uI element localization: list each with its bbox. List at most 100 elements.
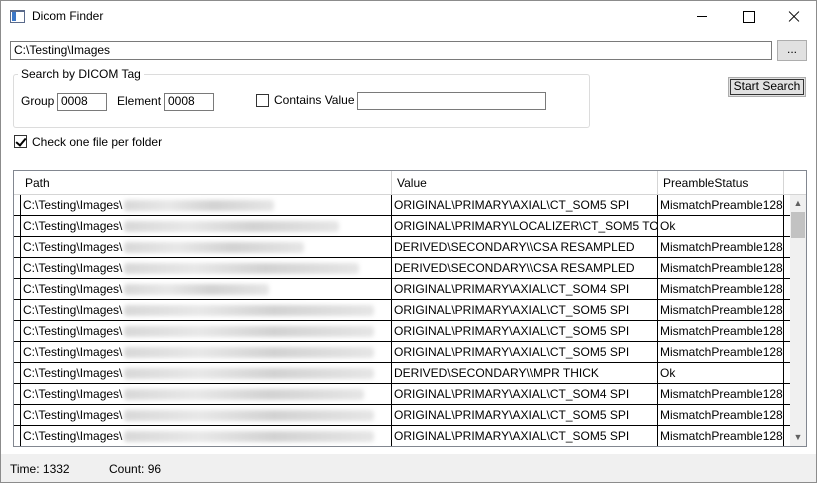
table-row[interactable]: C:\Testing\Images\ ORIGINAL\PRIMARY\AXIAL… [14, 342, 790, 363]
redacted-filename [124, 389, 365, 401]
scroll-up-icon[interactable]: ▲ [790, 195, 806, 212]
cell-value[interactable]: DERIVED\SECONDARY\\MPR THICK [392, 363, 658, 383]
one-file-per-folder-label: Check one file per folder [32, 135, 163, 149]
element-label: Element [117, 94, 162, 108]
cell-preamble-status[interactable]: MismatchPreamble128 [658, 426, 784, 446]
one-file-per-folder-checkbox[interactable] [14, 135, 27, 148]
table-row[interactable]: C:\Testing\Images\ DERIVED\SECONDARY\\CSA… [14, 237, 790, 258]
cell-path[interactable]: C:\Testing\Images\ [20, 321, 392, 341]
table-row[interactable]: C:\Testing\Images\ DERIVED\SECONDARY\\CSA… [14, 258, 790, 279]
cell-path[interactable]: C:\Testing\Images\ [20, 384, 392, 404]
cell-preamble-status[interactable]: MismatchPreamble128 [658, 258, 784, 278]
dicom-finder-window: Dicom Finder C:\Testing\Images ... Searc… [0, 0, 817, 483]
redacted-filename [124, 347, 375, 359]
cell-path[interactable]: C:\Testing\Images\ [20, 195, 392, 215]
cell-preamble-status[interactable]: MismatchPreamble128 [658, 195, 784, 215]
cell-path[interactable]: C:\Testing\Images\ [20, 237, 392, 257]
cell-path-text: C:\Testing\Images\ [23, 240, 123, 254]
contains-value-checkbox[interactable] [256, 94, 269, 107]
cell-value[interactable]: ORIGINAL\PRIMARY\AXIAL\CT_SOM5 SPI [392, 321, 658, 341]
redacted-filename [124, 305, 375, 317]
contains-value-label: Contains Value [274, 93, 355, 107]
cell-preamble-status[interactable]: Ok [658, 363, 784, 383]
close-button[interactable] [771, 1, 816, 32]
grid-header: Path Value PreambleStatus [14, 171, 806, 195]
cell-preamble-status[interactable]: Ok [658, 216, 784, 236]
contains-value-input[interactable] [357, 92, 546, 110]
search-groupbox-legend: Search by DICOM Tag [18, 67, 144, 81]
cell-preamble-status[interactable]: MismatchPreamble128 [658, 237, 784, 257]
table-row[interactable]: C:\Testing\Images\ ORIGINAL\PRIMARY\AXIAL… [14, 279, 790, 300]
vertical-scrollbar[interactable]: ▲ ▼ [790, 195, 806, 446]
cell-preamble-status[interactable]: MismatchPreamble128 [658, 300, 784, 320]
table-row[interactable]: C:\Testing\Images\ ORIGINAL\PRIMARY\AXIAL… [14, 384, 790, 405]
cell-value[interactable]: ORIGINAL\PRIMARY\AXIAL\CT_SOM5 SPI [392, 300, 658, 320]
redacted-filename [124, 431, 375, 443]
redacted-filename [124, 368, 375, 380]
cell-value[interactable]: ORIGINAL\PRIMARY\AXIAL\CT_SOM5 SPI [392, 405, 658, 425]
redacted-filename [124, 326, 375, 338]
cell-path-text: C:\Testing\Images\ [23, 387, 123, 401]
cell-preamble-status[interactable]: MismatchPreamble128 [658, 321, 784, 341]
cell-value[interactable]: ORIGINAL\PRIMARY\AXIAL\CT_SOM4 SPI [392, 384, 658, 404]
maximize-button[interactable] [725, 1, 771, 32]
cell-path[interactable]: C:\Testing\Images\ [20, 258, 392, 278]
scroll-down-icon[interactable]: ▼ [790, 429, 806, 446]
scroll-thumb[interactable] [791, 212, 805, 238]
cell-path[interactable]: C:\Testing\Images\ [20, 300, 392, 320]
time-status: Time: 1332 [10, 462, 70, 476]
table-row[interactable]: C:\Testing\Images\ ORIGINAL\PRIMARY\LOCAL… [14, 216, 790, 237]
cell-preamble-status[interactable]: MismatchPreamble128 [658, 342, 784, 362]
redacted-filename [124, 263, 360, 275]
app-icon [10, 10, 25, 23]
table-row[interactable]: C:\Testing\Images\ ORIGINAL\PRIMARY\AXIAL… [14, 426, 790, 446]
cell-path-text: C:\Testing\Images\ [23, 429, 123, 443]
table-row[interactable]: C:\Testing\Images\ ORIGINAL\PRIMARY\AXIAL… [14, 405, 790, 426]
cell-value[interactable]: DERIVED\SECONDARY\\CSA RESAMPLED [392, 237, 658, 257]
column-header-path[interactable]: Path [20, 171, 392, 195]
title-bar[interactable]: Dicom Finder [1, 1, 816, 32]
group-input[interactable]: 0008 [57, 93, 107, 111]
table-row[interactable]: C:\Testing\Images\ ORIGINAL\PRIMARY\AXIAL… [14, 195, 790, 216]
cell-path-text: C:\Testing\Images\ [23, 366, 123, 380]
redacted-filename [124, 242, 305, 254]
minimize-button[interactable] [679, 1, 725, 32]
cell-path-text: C:\Testing\Images\ [23, 324, 123, 338]
cell-preamble-status[interactable]: MismatchPreamble128 [658, 405, 784, 425]
cell-path[interactable]: C:\Testing\Images\ [20, 426, 392, 446]
redacted-filename [124, 284, 270, 296]
cell-value[interactable]: ORIGINAL\PRIMARY\AXIAL\CT_SOM5 SPI [392, 195, 658, 215]
cell-path[interactable]: C:\Testing\Images\ [20, 216, 392, 236]
group-label: Group [21, 94, 55, 108]
folder-path-input[interactable]: C:\Testing\Images [10, 41, 772, 60]
cell-path-text: C:\Testing\Images\ [23, 408, 123, 422]
cell-value[interactable]: DERIVED\SECONDARY\\CSA RESAMPLED [392, 258, 658, 278]
cell-preamble-status[interactable]: MismatchPreamble128 [658, 279, 784, 299]
cell-preamble-status[interactable]: MismatchPreamble128 [658, 384, 784, 404]
start-search-button[interactable]: Start Search [728, 77, 806, 97]
browse-button[interactable]: ... [777, 40, 807, 61]
column-header-preamble-status[interactable]: PreambleStatus [658, 171, 784, 195]
cell-path-text: C:\Testing\Images\ [23, 345, 123, 359]
cell-path[interactable]: C:\Testing\Images\ [20, 279, 392, 299]
window-title: Dicom Finder [32, 9, 104, 23]
cell-path-text: C:\Testing\Images\ [23, 282, 123, 296]
element-input[interactable]: 0008 [164, 93, 214, 111]
cell-path[interactable]: C:\Testing\Images\ [20, 363, 392, 383]
cell-path[interactable]: C:\Testing\Images\ [20, 342, 392, 362]
table-row[interactable]: C:\Testing\Images\ ORIGINAL\PRIMARY\AXIAL… [14, 321, 790, 342]
cell-value[interactable]: ORIGINAL\PRIMARY\AXIAL\CT_SOM5 SPI [392, 426, 658, 446]
redacted-filename [124, 410, 375, 422]
cell-value[interactable]: ORIGINAL\PRIMARY\LOCALIZER\CT_SOM5 TOP [392, 216, 658, 236]
column-header-value[interactable]: Value [392, 171, 658, 195]
cell-path-text: C:\Testing\Images\ [23, 219, 123, 233]
cell-path[interactable]: C:\Testing\Images\ [20, 405, 392, 425]
status-bar: Time: 1332 Count: 96 [1, 454, 816, 482]
table-row[interactable]: C:\Testing\Images\ ORIGINAL\PRIMARY\AXIAL… [14, 300, 790, 321]
grid-rows: C:\Testing\Images\ ORIGINAL\PRIMARY\AXIAL… [14, 195, 790, 446]
cell-value[interactable]: ORIGINAL\PRIMARY\AXIAL\CT_SOM5 SPI [392, 342, 658, 362]
cell-value[interactable]: ORIGINAL\PRIMARY\AXIAL\CT_SOM4 SPI [392, 279, 658, 299]
table-row[interactable]: C:\Testing\Images\ DERIVED\SECONDARY\\MPR… [14, 363, 790, 384]
cell-path-text: C:\Testing\Images\ [23, 198, 123, 212]
results-grid[interactable]: Path Value PreambleStatus C:\Testing\Ima… [13, 170, 807, 447]
